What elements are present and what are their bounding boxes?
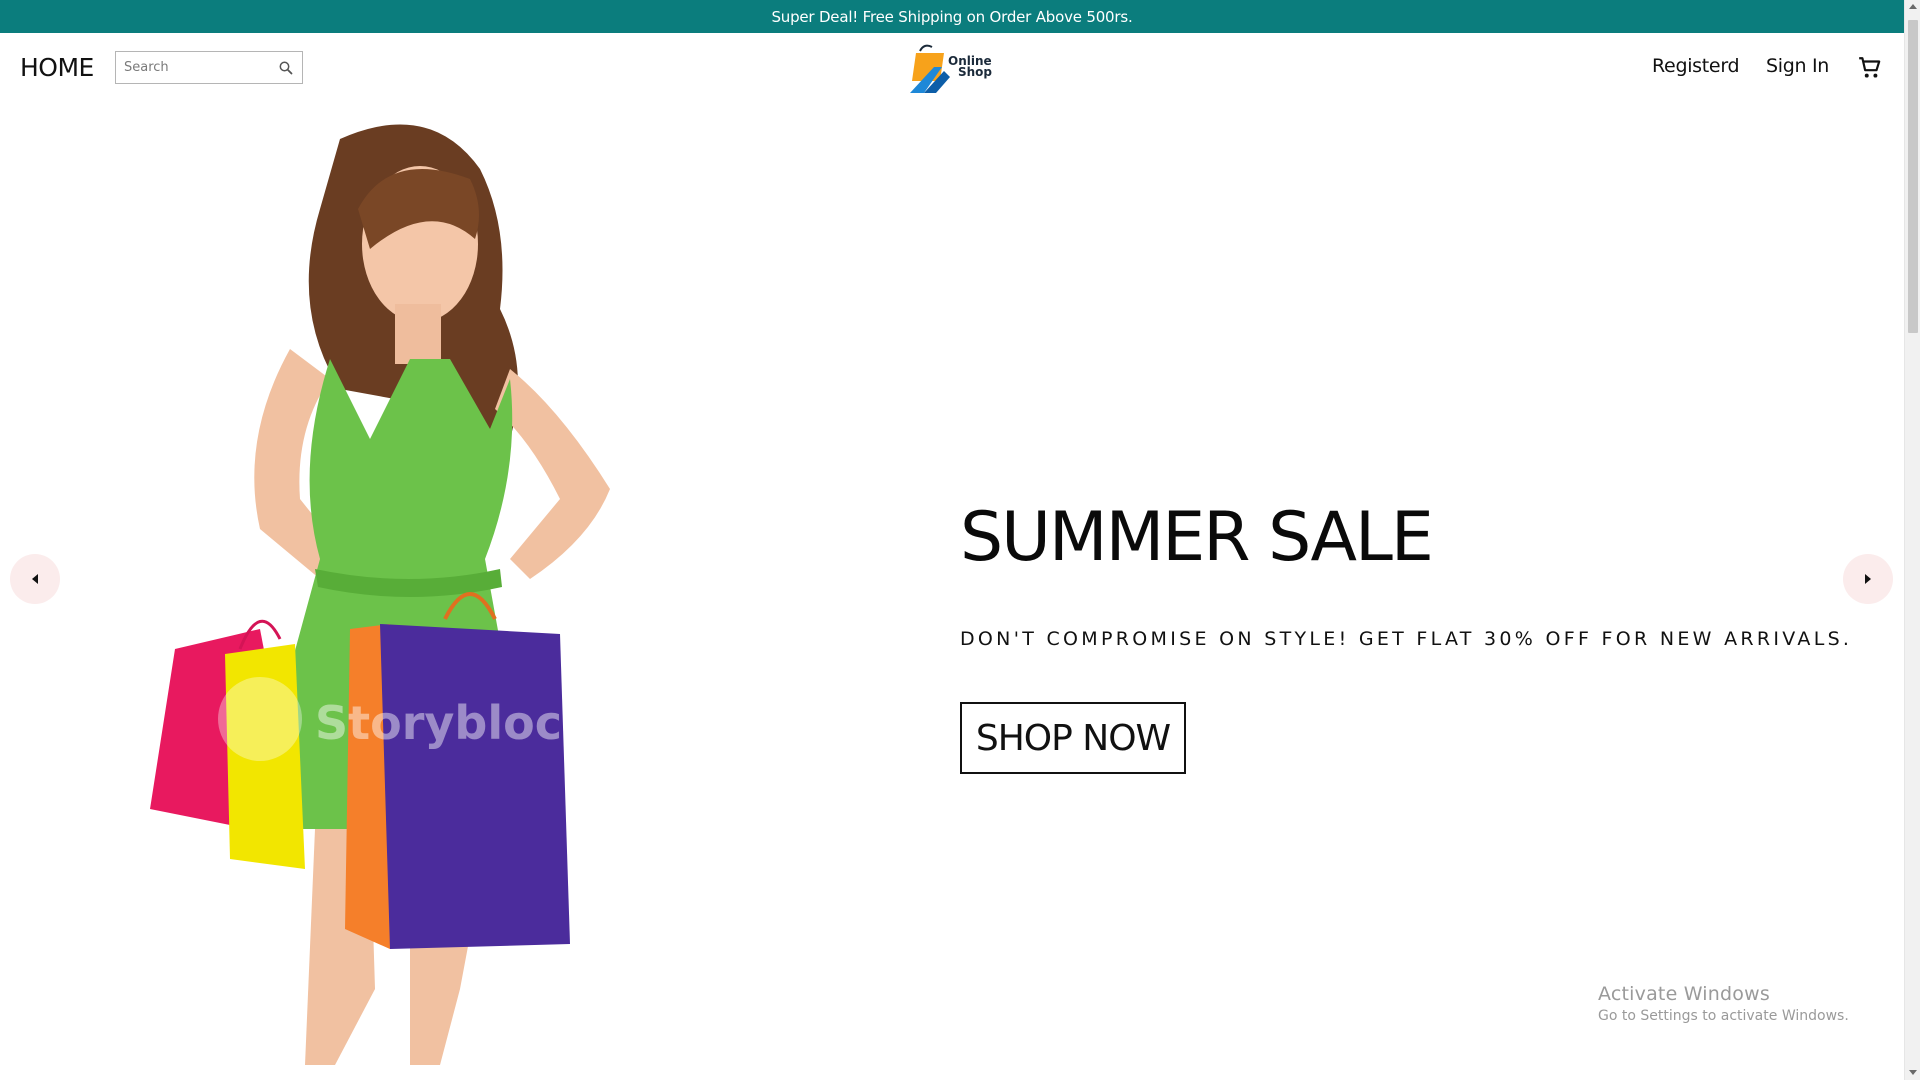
- search-input[interactable]: [124, 52, 274, 83]
- search-icon[interactable]: [278, 60, 294, 76]
- announcement-text: Super Deal! Free Shipping on Order Above…: [771, 7, 1133, 26]
- page: Super Deal! Free Shipping on Order Above…: [0, 0, 1904, 1080]
- scrollbar-thumb[interactable]: [1908, 20, 1918, 333]
- hero-subtitle: DON'T COMPROMISE ON STYLE! GET FLAT 30% …: [960, 628, 1853, 650]
- registered-link[interactable]: Registerd: [1652, 55, 1740, 77]
- watermark-subtitle: Go to Settings to activate Windows.: [1598, 1008, 1849, 1024]
- arrow-left-icon: [32, 574, 38, 584]
- slider-prev-button[interactable]: [10, 554, 60, 604]
- activate-windows-watermark: Activate Windows Go to Settings to activ…: [1598, 983, 1849, 1024]
- navbar: HOME Online Shop Registerd Sign In: [0, 33, 1904, 103]
- arrow-right-icon: [1865, 574, 1871, 584]
- hero-slider: Storybloc SUMMER SALE DON'T COMPROMISE O…: [0, 103, 1904, 1080]
- search-box: [115, 51, 303, 84]
- site-logo[interactable]: Online Shop: [910, 41, 996, 95]
- logo-text: Online Shop: [948, 55, 993, 79]
- sign-in-link[interactable]: Sign In: [1766, 55, 1829, 77]
- announcement-bar: Super Deal! Free Shipping on Order Above…: [0, 0, 1904, 33]
- slider-next-button[interactable]: [1843, 554, 1893, 604]
- shopping-cart-icon[interactable]: [1857, 55, 1883, 81]
- home-link[interactable]: HOME: [20, 53, 94, 82]
- shop-now-button[interactable]: SHOP NOW: [960, 702, 1186, 774]
- hero-title: SUMMER SALE: [960, 498, 1434, 577]
- image-watermark-text: Storybloc: [315, 696, 562, 750]
- logo-line-2: Shop: [958, 65, 993, 79]
- watermark-title: Activate Windows: [1598, 983, 1770, 1005]
- scroll-down-arrow-icon[interactable]: [1909, 1070, 1917, 1075]
- vertical-scrollbar[interactable]: [1904, 0, 1920, 1080]
- scroll-up-arrow-icon[interactable]: [1909, 4, 1917, 9]
- hero-model-image: Storybloc: [150, 124, 610, 1065]
